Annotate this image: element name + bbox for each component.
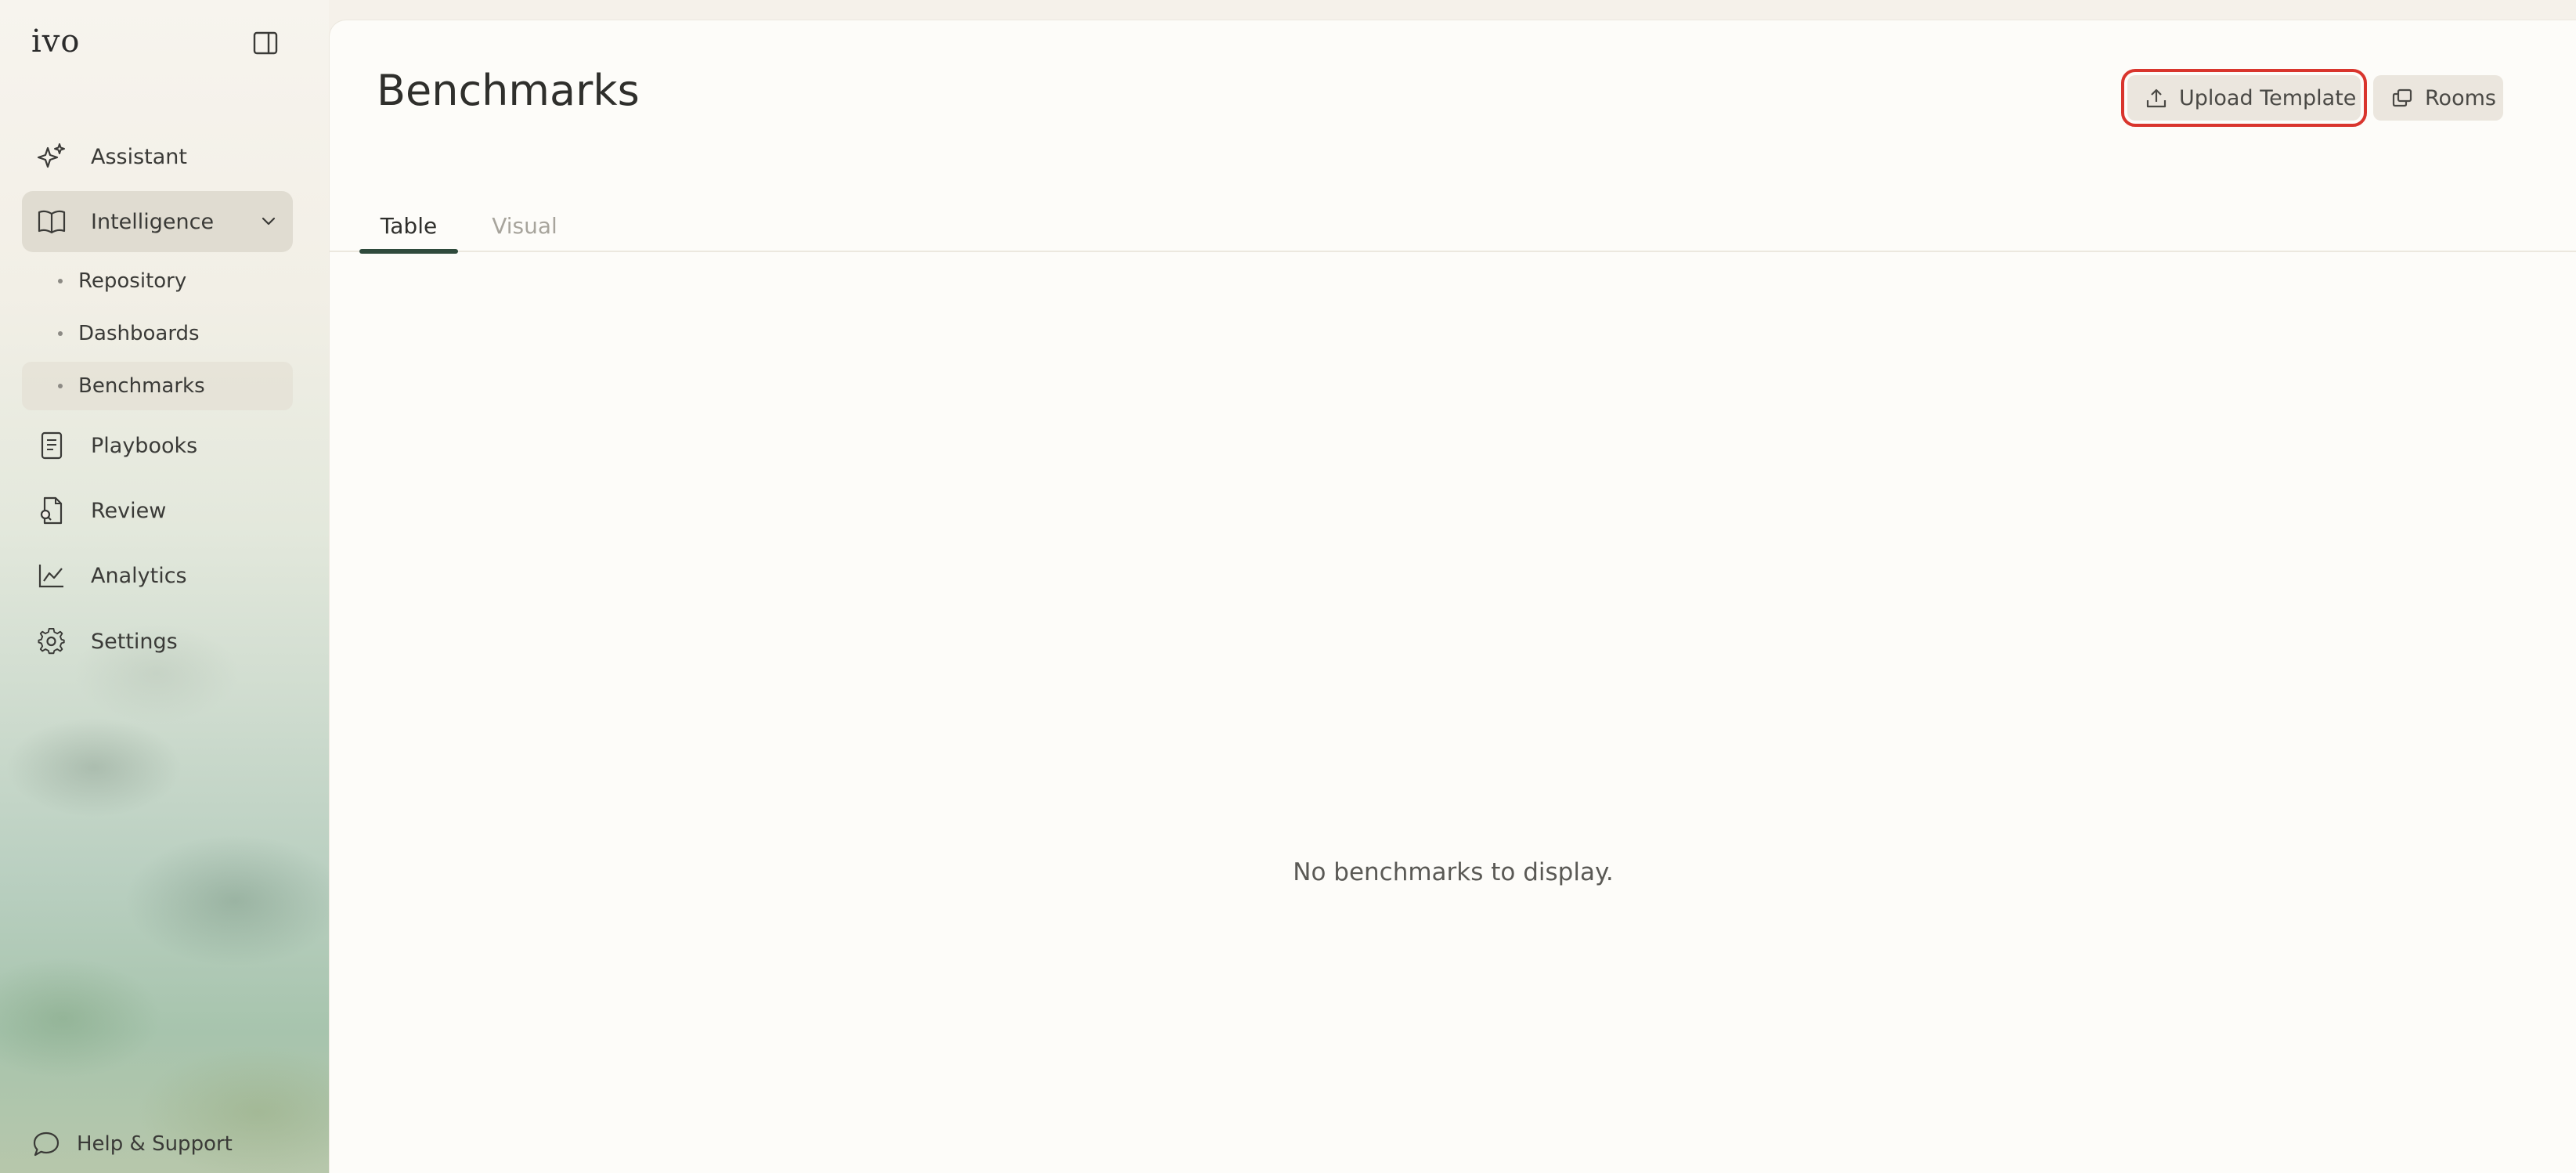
active-tab-indicator	[359, 249, 458, 254]
notebook-icon	[36, 430, 67, 461]
help-support-link[interactable]: Help & Support	[31, 1131, 233, 1157]
empty-state-message: No benchmarks to display.	[1293, 858, 1614, 886]
ivo-logo[interactable]: ivo	[31, 23, 80, 60]
bullet-icon	[58, 279, 63, 283]
gear-icon	[36, 626, 67, 657]
sidebar-item-label: Intelligence	[91, 209, 215, 234]
chat-bubble-icon	[33, 1131, 60, 1157]
sidebar: ivo Assistant Intelligence Repository Da…	[0, 0, 329, 1173]
sidebar-subitem-benchmarks[interactable]: Benchmarks	[22, 362, 293, 410]
page-title: Benchmarks	[377, 66, 640, 115]
sidebar-item-settings[interactable]: Settings	[22, 611, 293, 672]
rooms-icon	[2390, 86, 2414, 110]
sidebar-subitem-label: Benchmarks	[78, 374, 205, 398]
sidebar-item-intelligence[interactable]: Intelligence	[22, 191, 293, 252]
sidebar-item-review[interactable]: Review	[22, 480, 293, 541]
upload-template-label: Upload Template	[2179, 85, 2357, 110]
upload-template-button[interactable]: Upload Template	[2121, 69, 2367, 127]
tab-label: Visual	[492, 213, 557, 239]
sidebar-subitem-label: Repository	[78, 269, 187, 293]
tab-table[interactable]: Table	[359, 213, 458, 254]
sidebar-subitem-label: Dashboards	[78, 322, 200, 345]
tab-label: Table	[380, 213, 438, 239]
sidebar-item-label: Review	[91, 498, 167, 523]
bullet-icon	[58, 384, 63, 388]
sidebar-item-assistant[interactable]: Assistant	[22, 126, 293, 187]
rooms-button[interactable]: Rooms	[2373, 75, 2503, 121]
sidebar-item-label: Analytics	[91, 563, 187, 588]
book-icon	[36, 206, 67, 237]
sidebar-toggle-icon	[253, 31, 278, 55]
bullet-icon	[58, 331, 63, 336]
sidebar-subitem-dashboards[interactable]: Dashboards	[22, 309, 293, 358]
help-support-label: Help & Support	[77, 1132, 233, 1156]
document-search-icon	[36, 495, 67, 526]
sparkle-icon	[36, 141, 67, 172]
main-panel: Benchmarks Upload Template Rooms Table V…	[329, 20, 2576, 1173]
sidebar-item-label: Playbooks	[91, 433, 198, 458]
sidebar-item-analytics[interactable]: Analytics	[22, 545, 293, 606]
tab-visual[interactable]: Visual	[482, 213, 568, 252]
chevron-down-icon	[262, 217, 276, 226]
sidebar-item-label: Assistant	[91, 144, 188, 169]
sidebar-item-label: Settings	[91, 629, 178, 654]
collapse-sidebar-button[interactable]	[251, 30, 280, 56]
line-chart-icon	[36, 560, 67, 591]
sidebar-subitem-repository[interactable]: Repository	[22, 257, 293, 305]
upload-icon	[2145, 86, 2168, 110]
sidebar-item-playbooks[interactable]: Playbooks	[22, 415, 293, 476]
view-tabs: Table Visual	[330, 213, 2576, 254]
rooms-label: Rooms	[2425, 85, 2496, 110]
